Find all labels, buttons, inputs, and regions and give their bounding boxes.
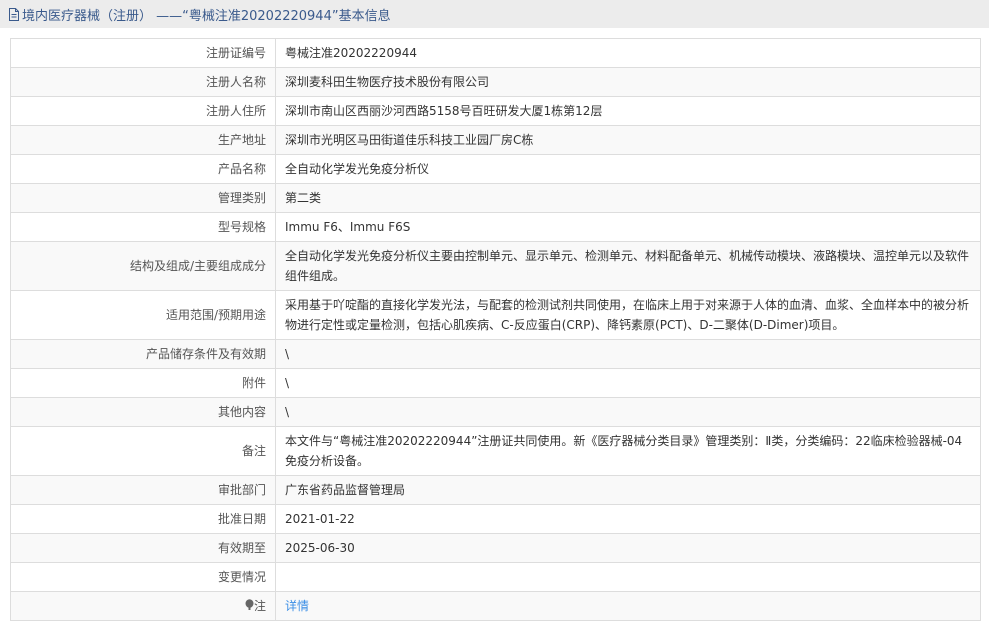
row-label: 产品名称 [10,154,276,184]
table-row: 注 详情 [10,591,981,621]
row-value [275,562,981,592]
document-icon [9,7,19,21]
table-row: 适用范围/预期用途 采用基于吖啶酯的直接化学发光法，与配套的检测试剂共同使用，在临… [10,290,981,340]
row-label: 变更情况 [10,562,276,592]
row-label: 管理类别 [10,183,276,213]
row-value: Immu F6、Immu F6S [275,212,981,242]
table-row: 生产地址 深圳市光明区马田街道佳乐科技工业园厂房C栋 [10,125,981,155]
row-value: 深圳市光明区马田街道佳乐科技工业园厂房C栋 [275,125,981,155]
row-value: \ [275,397,981,427]
row-value: 2025-06-30 [275,533,981,563]
row-value: 本文件与“粤械注准20202220944”注册证共同使用。新《医疗器械分类目录》… [275,426,981,476]
row-label: 型号规格 [10,212,276,242]
row-label: 审批部门 [10,475,276,505]
row-label: 生产地址 [10,125,276,155]
table-row: 注册人住所 深圳市南山区西丽沙河西路5158号百旺研发大厦1栋第12层 [10,96,981,126]
row-label: 有效期至 [10,533,276,563]
row-value: 深圳麦科田生物医疗技术股份有限公司 [275,67,981,97]
row-value: 2021-01-22 [275,504,981,534]
row-value: 粤械注准20202220944 [275,38,981,68]
info-table: 注册证编号 粤械注准20202220944 注册人名称 深圳麦科田生物医疗技术股份有限… [10,38,981,621]
table-row: 管理类别 第二类 [10,183,981,213]
table-row: 注册证编号 粤械注准20202220944 [10,38,981,68]
row-value: 全自动化学发光免疫分析仪主要由控制单元、显示单元、检测单元、材料配备单元、机械传… [275,241,981,291]
table-row: 附件 \ [10,368,981,398]
row-label: 注册证编号 [10,38,276,68]
table-row: 产品储存条件及有效期 \ [10,339,981,369]
details-link[interactable]: 详情 [285,599,309,613]
table-row: 审批部门 广东省药品监督管理局 [10,475,981,505]
row-value: 全自动化学发光免疫分析仪 [275,154,981,184]
table-row: 备注 本文件与“粤械注准20202220944”注册证共同使用。新《医疗器械分类目… [10,426,981,476]
row-value: 深圳市南山区西丽沙河西路5158号百旺研发大厦1栋第12层 [275,96,981,126]
table-row: 型号规格 Immu F6、Immu F6S [10,212,981,242]
note-label: 注 [253,599,266,613]
pin-icon [245,599,254,610]
row-label: 注册人名称 [10,67,276,97]
row-value: \ [275,368,981,398]
table-row: 有效期至 2025-06-30 [10,533,981,563]
row-label: 批准日期 [10,504,276,534]
page-header: 境内医疗器械（注册） ——“粤械注准20202220944”基本信息 [0,0,989,28]
row-value: 第二类 [275,183,981,213]
row-label: 其他内容 [10,397,276,427]
page-title: 境内医疗器械（注册） ——“粤械注准20202220944”基本信息 [22,8,391,24]
row-value: \ [275,339,981,369]
table-row: 变更情况 [10,562,981,592]
row-label: 附件 [10,368,276,398]
table-row: 结构及组成/主要组成成分 全自动化学发光免疫分析仪主要由控制单元、显示单元、检测单… [10,241,981,291]
table-row: 产品名称 全自动化学发光免疫分析仪 [10,154,981,184]
row-label: 备注 [10,426,276,476]
row-label: 注册人住所 [10,96,276,126]
row-label: 产品储存条件及有效期 [10,339,276,369]
row-value: 采用基于吖啶酯的直接化学发光法，与配套的检测试剂共同使用，在临床上用于对来源于人… [275,290,981,340]
row-label: 适用范围/预期用途 [10,290,276,340]
row-label: 注 [10,591,276,621]
table-row: 注册人名称 深圳麦科田生物医疗技术股份有限公司 [10,67,981,97]
row-value: 广东省药品监督管理局 [275,475,981,505]
table-row: 其他内容 \ [10,397,981,427]
row-label: 结构及组成/主要组成成分 [10,241,276,291]
table-row: 批准日期 2021-01-22 [10,504,981,534]
